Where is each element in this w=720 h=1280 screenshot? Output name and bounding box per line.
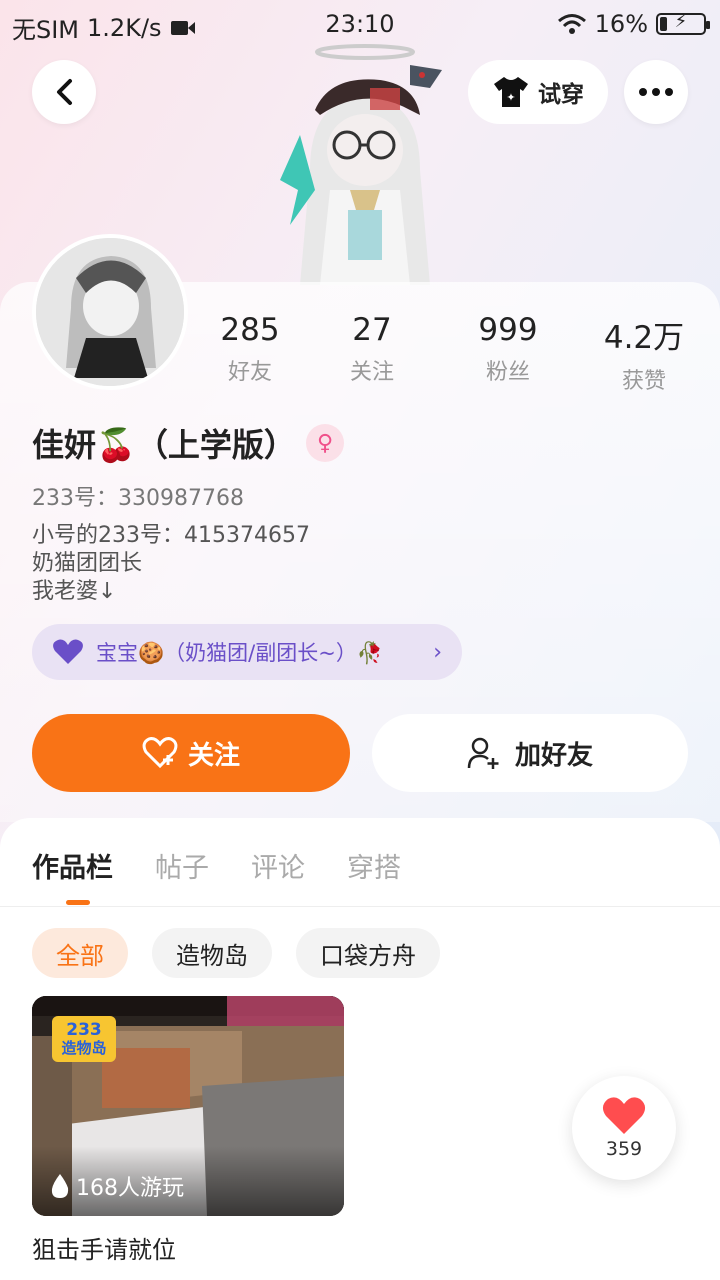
chevron-right-icon: ›	[433, 639, 442, 665]
game-logo-text: 233	[66, 1020, 102, 1040]
like-count: 359	[605, 1138, 643, 1160]
flame-icon	[51, 1174, 69, 1198]
add-friend-button[interactable]: 加好友	[372, 714, 688, 792]
wifi-icon	[557, 14, 586, 34]
filter-creation-island[interactable]: 造物岛	[152, 928, 272, 978]
stat-label: 粉丝	[485, 360, 530, 385]
battery-icon: ⚡	[656, 11, 710, 35]
follow-button[interactable]: 关注	[32, 714, 350, 792]
more-dots-icon	[639, 88, 673, 96]
bio-line: 我老婆↓	[32, 579, 117, 604]
add-user-icon	[467, 737, 499, 769]
bio-line: 小号的233号：415374657	[32, 523, 310, 548]
user-id: 233号：330987768	[32, 486, 244, 511]
relation-tag[interactable]: 宝宝🍪（奶猫团/副团长~）🥀 ›	[32, 624, 462, 680]
stat-fans[interactable]: 999 粉丝	[448, 312, 568, 386]
game-logo-badge: 233 造物岛	[52, 1016, 116, 1062]
divider	[0, 906, 720, 907]
stat-label: 好友	[227, 360, 272, 385]
stats-row: 285 好友 27 关注 999 粉丝 4.2万 获赞	[190, 312, 720, 395]
tab-indicator	[66, 900, 90, 905]
game-title[interactable]: 狙击手请就位	[32, 1230, 176, 1265]
avatar-character-illustration	[280, 44, 442, 285]
stat-likes[interactable]: 4.2万 获赞	[584, 312, 704, 395]
battery-percent: 16%	[594, 10, 648, 38]
stat-label: 获赞	[621, 369, 666, 394]
filter-all[interactable]: 全部	[32, 928, 128, 978]
game-card[interactable]: 233 造物岛 168人游玩	[32, 996, 344, 1216]
heart-icon	[53, 639, 83, 664]
avatar[interactable]	[32, 234, 188, 390]
try-on-label: 试穿	[538, 82, 584, 108]
heart-icon	[602, 1097, 646, 1134]
chevron-left-icon	[57, 79, 72, 105]
heart-plus-icon	[142, 737, 178, 769]
bio: 小号的233号：415374657 奶猫团团长 我老婆↓	[32, 522, 310, 606]
tab-works[interactable]: 作品栏	[32, 846, 113, 885]
add-friend-label: 加好友	[514, 740, 593, 771]
game-plays-text: 168人游玩	[76, 1176, 184, 1201]
status-right: 16% ⚡	[557, 10, 710, 38]
more-button[interactable]	[624, 60, 688, 124]
tab-comments[interactable]: 评论	[251, 846, 305, 885]
tab-outfits[interactable]: 穿搭	[347, 846, 401, 885]
game-logo-text: 造物岛	[61, 1039, 107, 1057]
tab-bar: 作品栏 帖子 评论 穿搭	[32, 846, 401, 885]
tab-posts[interactable]: 帖子	[155, 846, 209, 885]
stat-following[interactable]: 27 关注	[312, 312, 432, 386]
stat-label: 关注	[349, 360, 394, 385]
nickname: 佳妍🍒（上学版）	[32, 426, 296, 464]
game-plays: 168人游玩	[50, 1170, 184, 1202]
back-button[interactable]	[32, 60, 96, 124]
stat-value: 999	[478, 312, 538, 348]
female-gender-icon: ♀	[306, 424, 344, 462]
filter-pocket-ark[interactable]: 口袋方舟	[296, 928, 440, 978]
try-on-button[interactable]: ✦ 试穿	[468, 60, 608, 124]
stat-friends[interactable]: 285 好友	[190, 312, 310, 386]
tshirt-icon: ✦	[494, 77, 528, 107]
like-float-button[interactable]: 359	[572, 1076, 676, 1180]
svg-text:✦: ✦	[506, 91, 515, 104]
content-section: 作品栏 帖子 评论 穿搭 全部 造物岛 口袋方舟 233 造物岛 168人游玩 …	[0, 818, 720, 1280]
stat-value: 4.2万	[603, 320, 685, 356]
relation-text: 宝宝🍪（奶猫团/副团长~）🥀	[96, 641, 383, 665]
filter-chips: 全部 造物岛 口袋方舟	[32, 928, 440, 978]
stat-value: 285	[220, 312, 280, 348]
stat-value: 27	[352, 312, 392, 348]
avatar-image	[36, 238, 184, 386]
follow-label: 关注	[187, 740, 240, 771]
bio-line: 奶猫团团长	[32, 551, 143, 576]
